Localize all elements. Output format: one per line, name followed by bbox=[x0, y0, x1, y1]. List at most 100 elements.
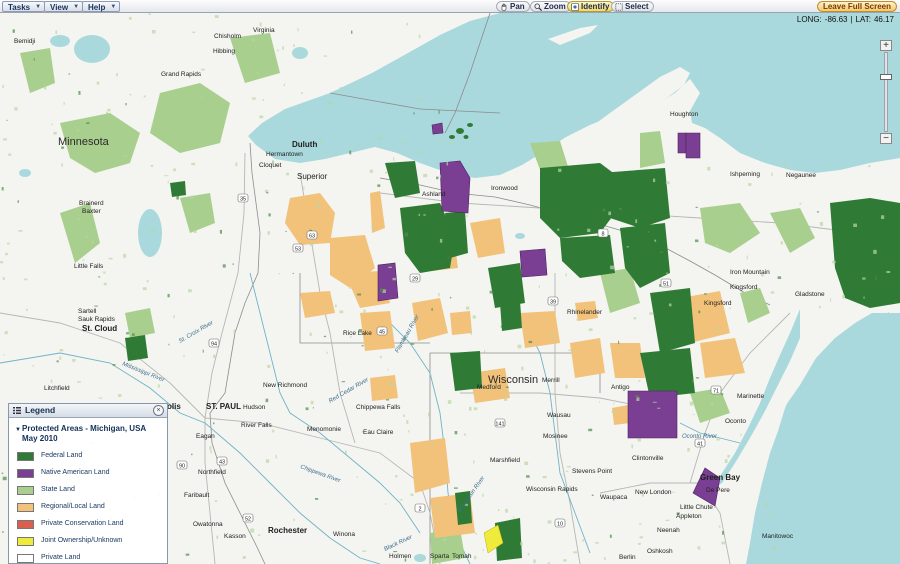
parcel bbox=[272, 429, 275, 433]
legend-layer-toggle[interactable]: ▼ Protected Areas - Michigan, USA May 20… bbox=[15, 424, 163, 444]
svg-text:52: 52 bbox=[245, 516, 251, 522]
parcel bbox=[168, 343, 170, 346]
label-st-cloud: St. Cloud bbox=[82, 324, 117, 333]
parcel bbox=[123, 253, 127, 258]
parcel bbox=[86, 122, 90, 124]
parcel bbox=[618, 340, 620, 345]
legend-header[interactable]: Legend × bbox=[9, 404, 167, 418]
parcel bbox=[77, 381, 81, 383]
parcel bbox=[357, 119, 360, 121]
parcel bbox=[192, 31, 196, 33]
zoom-track[interactable] bbox=[884, 52, 888, 132]
parcel bbox=[328, 101, 333, 105]
parcel bbox=[362, 550, 367, 552]
select-tool-button[interactable]: Select bbox=[611, 1, 654, 12]
svg-text:39: 39 bbox=[550, 299, 556, 305]
highway-shield: 35 bbox=[237, 193, 249, 202]
parcel bbox=[297, 28, 299, 32]
parcel bbox=[521, 366, 524, 371]
parcel bbox=[420, 558, 424, 561]
parcel bbox=[282, 46, 284, 50]
label-gladstone: Gladstone bbox=[795, 291, 825, 298]
leave-full-screen-button[interactable]: Leave Full Screen bbox=[816, 1, 897, 12]
parcel bbox=[59, 349, 64, 352]
label-rhinelander: Rhinelander bbox=[567, 309, 603, 316]
parcel bbox=[128, 16, 132, 20]
parcel bbox=[711, 403, 713, 406]
zoom-out-button[interactable]: − bbox=[880, 133, 892, 144]
parcel bbox=[718, 525, 721, 528]
parcel bbox=[611, 411, 616, 413]
parcel bbox=[63, 102, 65, 105]
svg-text:53: 53 bbox=[295, 246, 301, 252]
parcel bbox=[1, 187, 4, 191]
parcel bbox=[363, 309, 366, 313]
tasks-menu[interactable]: Tasks ▼ bbox=[2, 1, 46, 12]
parcel bbox=[588, 328, 593, 331]
parcel bbox=[665, 519, 670, 521]
parcel bbox=[799, 202, 802, 205]
label-eau-claire: Eau Claire bbox=[363, 429, 394, 436]
parcel bbox=[780, 241, 783, 245]
parcel bbox=[721, 541, 726, 545]
legend-item-label: Joint Ownership/Unknown bbox=[41, 537, 123, 544]
parcel bbox=[416, 99, 419, 102]
parcel bbox=[61, 163, 63, 167]
label-marinette: Marinette bbox=[737, 393, 764, 400]
close-icon[interactable]: × bbox=[153, 405, 164, 416]
parcel bbox=[454, 431, 458, 435]
parcel bbox=[494, 371, 496, 373]
help-menu[interactable]: Help ▼ bbox=[82, 1, 121, 12]
parcel bbox=[233, 329, 236, 334]
parcel bbox=[361, 345, 364, 347]
parcel bbox=[188, 289, 192, 293]
legend-item-private-conservation-land: Private Conservation Land bbox=[17, 516, 167, 533]
label-negaunee: Negaunee bbox=[786, 172, 816, 179]
zoom-tool-button[interactable]: Zoom bbox=[530, 1, 571, 12]
label-faribault: Faribault bbox=[184, 492, 209, 499]
parcel bbox=[392, 277, 396, 281]
parcel bbox=[449, 296, 452, 299]
svg-text:90: 90 bbox=[179, 463, 185, 469]
parcel bbox=[707, 265, 710, 268]
label-green-bay: Green Bay bbox=[700, 473, 741, 482]
label-minneapolis: olis bbox=[167, 402, 181, 411]
parcel bbox=[143, 95, 146, 98]
parcel bbox=[635, 219, 638, 224]
parcel bbox=[301, 92, 303, 94]
parcel bbox=[51, 123, 53, 126]
parcel bbox=[517, 344, 522, 349]
parcel bbox=[722, 531, 724, 535]
label-hudson: Hudson bbox=[243, 404, 266, 411]
parcel bbox=[832, 260, 836, 264]
parcel bbox=[727, 454, 730, 458]
parcel bbox=[26, 308, 28, 311]
parcel bbox=[444, 41, 447, 45]
zoom-thumb[interactable] bbox=[880, 74, 892, 81]
parcel bbox=[265, 398, 269, 403]
label-chippewa-falls: Chippewa Falls bbox=[356, 404, 401, 411]
pan-tool-button[interactable]: Pan bbox=[496, 1, 530, 12]
parcel bbox=[441, 139, 443, 142]
view-menu[interactable]: View ▼ bbox=[44, 1, 84, 12]
label-stevens-point: Stevens Point bbox=[572, 468, 612, 475]
zoom-in-button[interactable]: + bbox=[880, 40, 892, 51]
label-wisconsin-rapids: Wisconsin Rapids bbox=[526, 486, 578, 493]
parcel bbox=[438, 110, 440, 114]
parcel bbox=[513, 516, 515, 519]
label-little-chute: Little Chute bbox=[680, 504, 713, 511]
parcel bbox=[326, 351, 328, 354]
parcel bbox=[283, 83, 285, 87]
identify-tool-button[interactable]: Identify bbox=[567, 1, 615, 12]
label-tomah: Tomah bbox=[452, 553, 472, 560]
parcel bbox=[558, 168, 562, 172]
label-iron-mountain: Iron Mountain bbox=[730, 269, 770, 276]
parcel bbox=[721, 393, 724, 396]
highway-shield: 8 bbox=[597, 228, 609, 237]
parcel bbox=[771, 172, 773, 177]
parcel bbox=[697, 546, 701, 549]
label-menomonie: Menomonie bbox=[307, 426, 341, 433]
label-waupaca: Waupaca bbox=[600, 494, 628, 501]
label-wausau: Wausau bbox=[547, 412, 571, 419]
label-ashland: Ashland bbox=[422, 191, 446, 198]
